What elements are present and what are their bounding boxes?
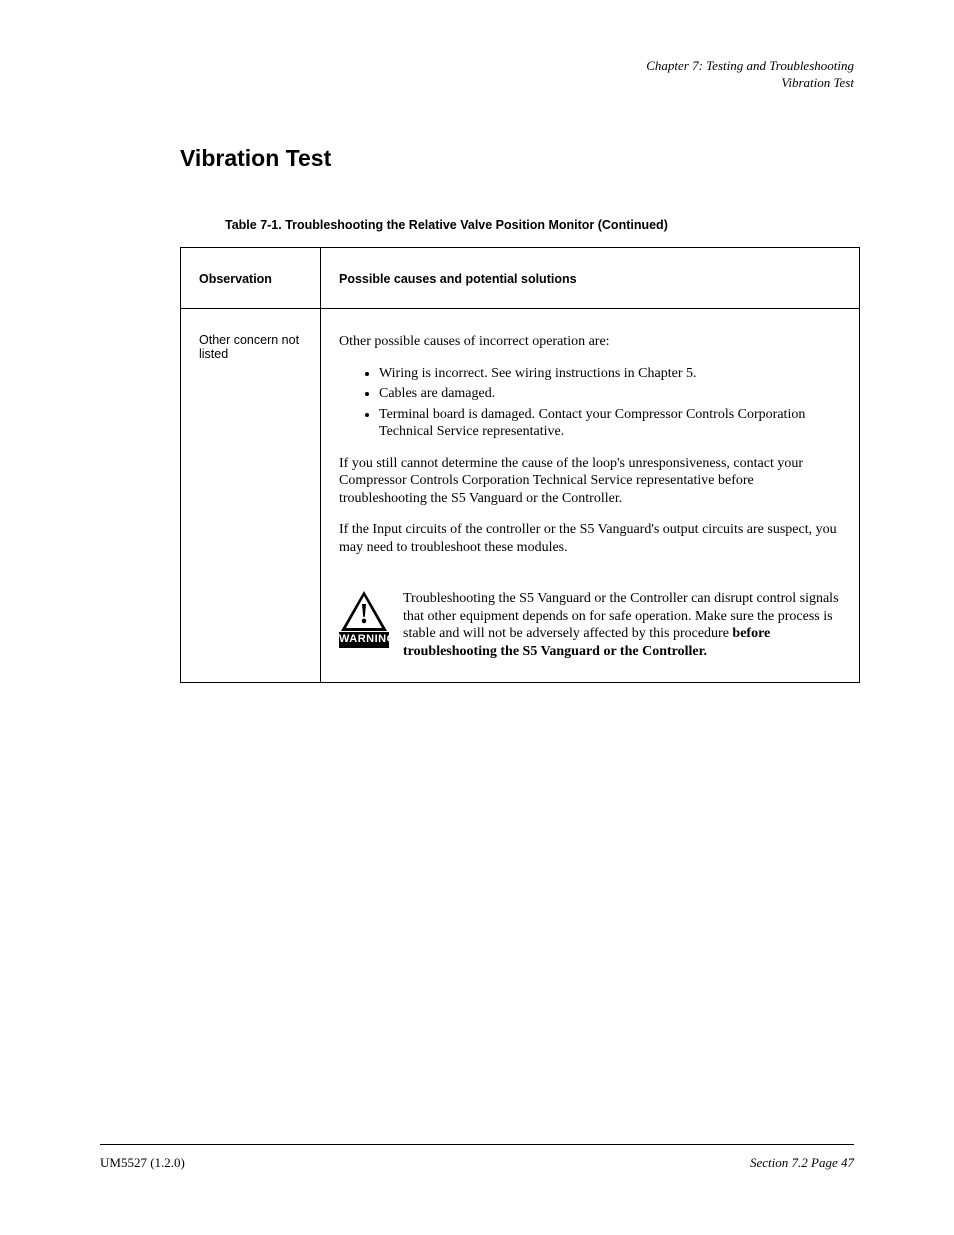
page-header: Chapter 7: Testing and Troubleshooting V… bbox=[646, 58, 854, 92]
table-caption: Table 7-1. Troubleshooting the Relative … bbox=[225, 218, 668, 232]
table-row: Other concern not listed Other possible … bbox=[181, 309, 860, 683]
warning-label: WARNING bbox=[339, 632, 389, 648]
list-item: Cables are damaged. bbox=[379, 385, 841, 403]
list-item: Wiring is incorrect. See wiring instruct… bbox=[379, 365, 841, 383]
footer-doc-id: UM5527 (1.2.0) bbox=[100, 1155, 185, 1171]
intro-text: Other possible causes of incorrect opera… bbox=[339, 333, 841, 351]
list-item: Terminal board is damaged. Contact your … bbox=[379, 406, 841, 441]
footer-page-ref: Section 7.2 Page 47 bbox=[750, 1155, 854, 1171]
col-header-causes: Possible causes and potential solutions bbox=[321, 248, 860, 309]
bullet-list: Wiring is incorrect. See wiring instruct… bbox=[379, 365, 841, 441]
observation-cell: Other concern not listed bbox=[181, 309, 321, 683]
paragraph: If the Input circuits of the controller … bbox=[339, 521, 841, 556]
header-section: Vibration Test bbox=[646, 75, 854, 92]
svg-text:!: ! bbox=[359, 599, 368, 630]
troubleshooting-table: Observation Possible causes and potentia… bbox=[180, 247, 860, 683]
header-chapter: Chapter 7: Testing and Troubleshooting bbox=[646, 58, 854, 75]
warning-text-main: Troubleshooting the S5 Vanguard or the C… bbox=[403, 591, 839, 641]
warning-triangle-icon: ! bbox=[340, 590, 388, 632]
warning-text: Troubleshooting the S5 Vanguard or the C… bbox=[403, 590, 841, 660]
page-title: Vibration Test bbox=[180, 145, 331, 172]
page-footer: UM5527 (1.2.0) Section 7.2 Page 47 bbox=[100, 1144, 854, 1171]
paragraph: If you still cannot determine the cause … bbox=[339, 455, 841, 508]
warning-block: ! WARNING Troubleshooting the S5 Vanguar… bbox=[339, 590, 841, 660]
warning-icon-wrap: ! WARNING bbox=[339, 590, 389, 648]
solution-cell: Other possible causes of incorrect opera… bbox=[321, 309, 860, 683]
col-header-observation: Observation bbox=[181, 248, 321, 309]
